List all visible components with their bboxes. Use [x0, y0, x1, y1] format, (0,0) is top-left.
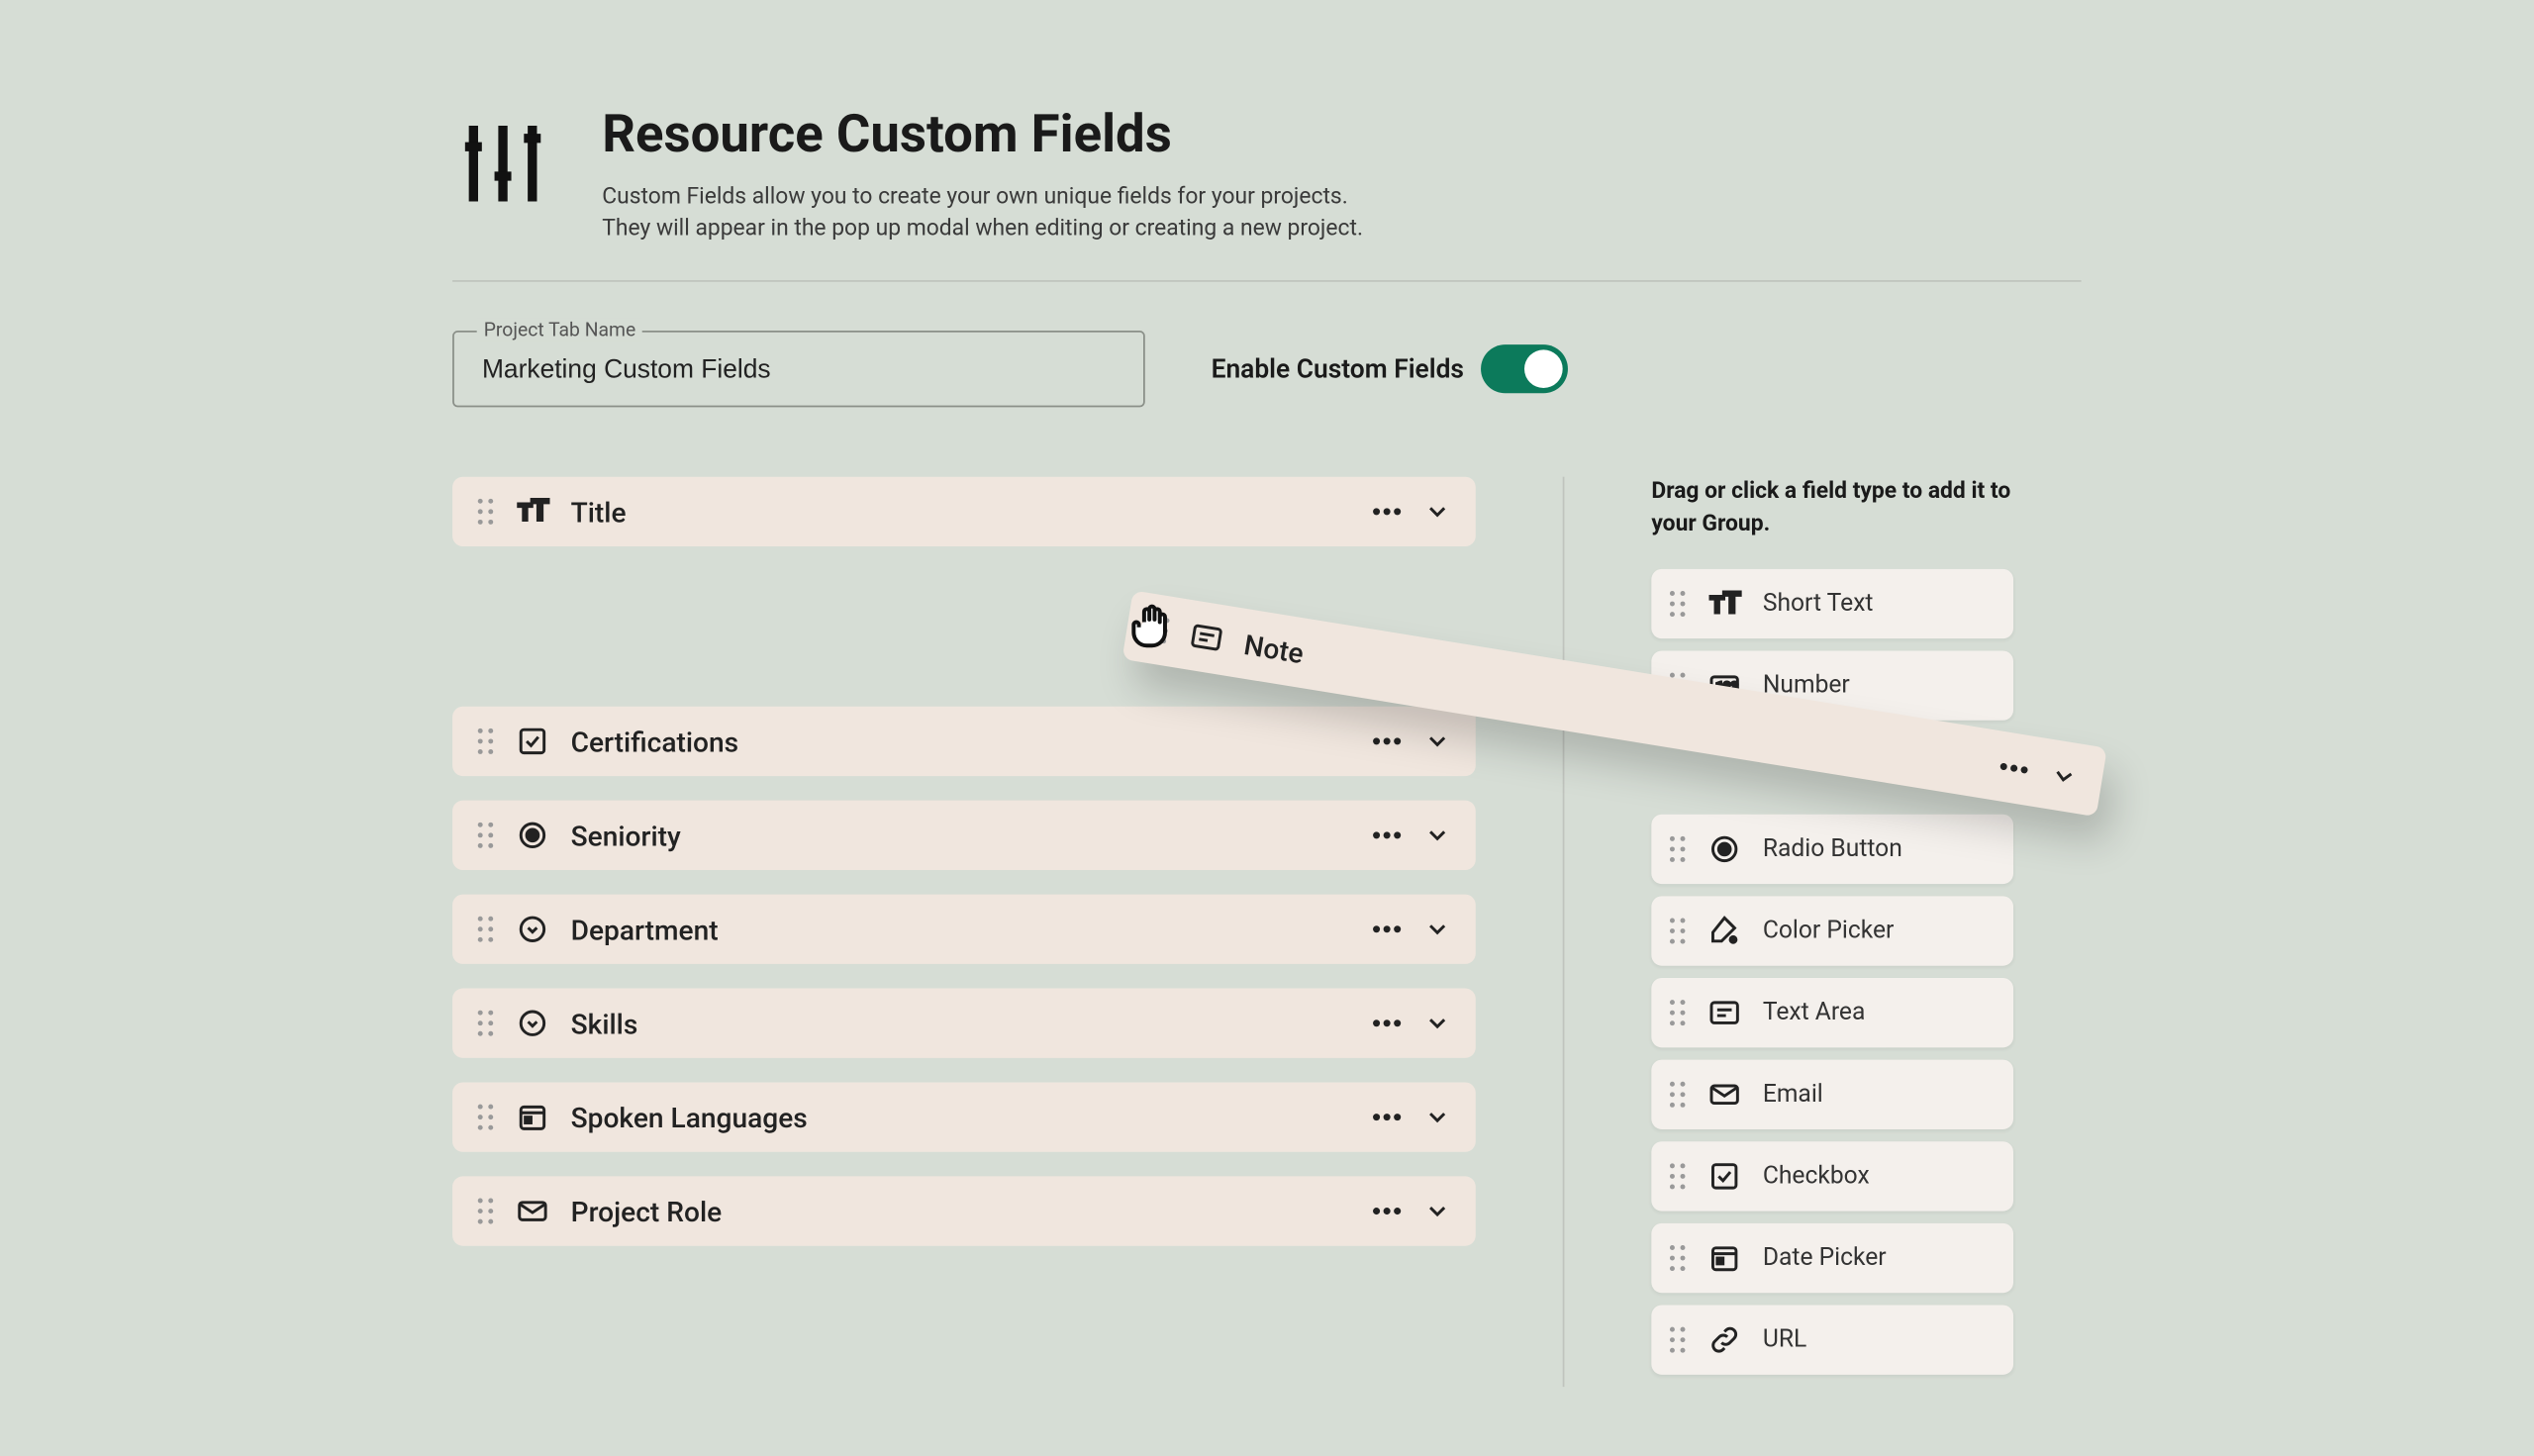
field-row[interactable]: Project Role	[452, 1177, 1476, 1246]
email-icon	[515, 1195, 549, 1229]
field-row[interactable]: Certifications	[452, 707, 1476, 776]
drag-handle-icon[interactable]	[1149, 616, 1171, 646]
types-column: Drag or click a field type to add it to …	[1651, 477, 2013, 1386]
type-label: Short Text	[1763, 590, 1874, 618]
date-icon	[1707, 1240, 1742, 1275]
enable-toggle-label: Enable Custom Fields	[1212, 354, 1464, 386]
chevron-down-icon[interactable]	[1423, 1010, 1451, 1037]
more-icon[interactable]	[1371, 924, 1403, 935]
field-type-option[interactable]: URL	[1651, 1305, 2013, 1374]
more-icon[interactable]	[1371, 507, 1403, 518]
drag-handle-icon[interactable]	[477, 498, 495, 526]
more-icon[interactable]	[1371, 1019, 1403, 1029]
field-label: Spoken Languages	[571, 1102, 1351, 1134]
more-icon[interactable]	[1371, 830, 1403, 841]
chevron-down-icon[interactable]	[1423, 1198, 1451, 1225]
more-icon[interactable]	[1371, 1207, 1403, 1217]
field-row[interactable]: Spoken Languages	[452, 1083, 1476, 1152]
drag-handle-icon[interactable]	[1669, 1244, 1687, 1272]
chevron-down-icon[interactable]	[1423, 916, 1451, 943]
chevron-down-icon[interactable]	[1423, 1104, 1451, 1131]
drag-handle-icon[interactable]	[1669, 1080, 1687, 1108]
field-type-option[interactable]: Email	[1651, 1059, 2013, 1128]
enable-toggle[interactable]	[1482, 345, 1569, 394]
drag-handle-icon[interactable]	[477, 822, 495, 849]
page-desc-2: They will appear in the pop up modal whe…	[602, 215, 1363, 246]
drag-handle-icon[interactable]	[1669, 590, 1687, 618]
field-row[interactable]: TT Title	[452, 477, 1476, 546]
page-container: Resource Custom Fields Custom Fields all…	[0, 0, 2534, 1456]
field-row[interactable]: Skills	[452, 989, 1476, 1058]
drag-handle-icon[interactable]	[1669, 834, 1687, 862]
field-type-option[interactable]: Checkbox	[1651, 1141, 2013, 1211]
textarea-icon	[1187, 619, 1226, 658]
chevron-down-icon[interactable]	[1423, 822, 1451, 849]
chevron-down-icon[interactable]	[2048, 761, 2080, 793]
type-label: Email	[1763, 1080, 1823, 1108]
drag-handle-icon[interactable]	[1669, 999, 1687, 1026]
field-type-option[interactable]: Radio Button	[1651, 814, 2013, 883]
textarea-icon	[1707, 995, 1742, 1029]
date-icon	[515, 1101, 549, 1135]
type-label: Color Picker	[1763, 917, 1895, 944]
chevron-down-icon[interactable]	[1423, 728, 1451, 756]
tab-name-label: Project Tab Name	[477, 319, 643, 341]
checkbox-icon	[1707, 1158, 1742, 1193]
type-label: Text Area	[1763, 999, 1866, 1026]
drag-handle-icon[interactable]	[477, 916, 495, 943]
svg-text:T: T	[1723, 586, 1741, 620]
page-title: Resource Custom Fields	[602, 104, 1363, 165]
tab-name-input[interactable]	[452, 332, 1145, 408]
more-icon[interactable]	[1371, 1113, 1403, 1123]
page-header: Resource Custom Fields Custom Fields all…	[452, 104, 2081, 282]
field-label: Title	[571, 496, 1351, 529]
drag-handle-icon[interactable]	[477, 1198, 495, 1225]
field-type-option[interactable]: Text Area	[1651, 978, 2013, 1047]
dropdown-icon	[515, 913, 549, 947]
checkbox-icon	[515, 725, 549, 759]
drag-handle-icon[interactable]	[1669, 1325, 1687, 1353]
type-label: Date Picker	[1763, 1244, 1887, 1272]
color-icon	[1707, 914, 1742, 948]
types-header: Drag or click a field type to add it to …	[1651, 477, 2013, 540]
drag-handle-icon[interactable]	[477, 728, 495, 756]
dropdown-icon	[515, 1007, 549, 1041]
type-label: Radio Button	[1763, 834, 1902, 862]
chevron-down-icon[interactable]	[1423, 498, 1451, 526]
field-label: Department	[571, 914, 1351, 946]
page-desc-1: Custom Fields allow you to create your o…	[602, 183, 1363, 215]
more-icon[interactable]	[1998, 761, 2030, 776]
fields-column: TT Title Certifications Seniority Depart…	[452, 477, 1476, 1386]
controls-row: Project Tab Name Enable Custom Fields	[452, 332, 2081, 408]
field-row[interactable]: Department	[452, 895, 1476, 964]
field-label: Certifications	[571, 726, 1351, 758]
field-type-option[interactable]: Date Picker	[1651, 1222, 2013, 1292]
sliders-icon	[452, 113, 553, 214]
field-type-option[interactable]: TT Short Text	[1651, 568, 2013, 637]
type-label: Checkbox	[1763, 1162, 1870, 1190]
field-type-option[interactable]: Color Picker	[1651, 896, 2013, 965]
short-text-icon: TT	[1707, 586, 1742, 621]
drag-handle-icon[interactable]	[477, 1104, 495, 1131]
field-label: Skills	[571, 1008, 1351, 1040]
tab-name-field[interactable]: Project Tab Name	[452, 332, 1145, 408]
radio-icon	[515, 819, 549, 853]
field-label: Project Role	[571, 1196, 1351, 1228]
url-icon	[1707, 1322, 1742, 1357]
main-area: TT Title Certifications Seniority Depart…	[452, 477, 2081, 1386]
email-icon	[1707, 1077, 1742, 1112]
short-text-icon: TT	[515, 495, 549, 530]
type-label: URL	[1763, 1325, 1806, 1353]
enable-toggle-group: Enable Custom Fields	[1212, 345, 1569, 394]
field-row[interactable]: Seniority	[452, 801, 1476, 870]
column-divider	[1563, 477, 1565, 1386]
radio-icon	[1707, 831, 1742, 866]
drag-handle-icon[interactable]	[1669, 917, 1687, 944]
field-label: Seniority	[571, 820, 1351, 852]
drag-handle-icon[interactable]	[1669, 1162, 1687, 1190]
more-icon[interactable]	[1371, 736, 1403, 747]
svg-text:T: T	[531, 495, 548, 529]
drag-handle-icon[interactable]	[477, 1010, 495, 1037]
